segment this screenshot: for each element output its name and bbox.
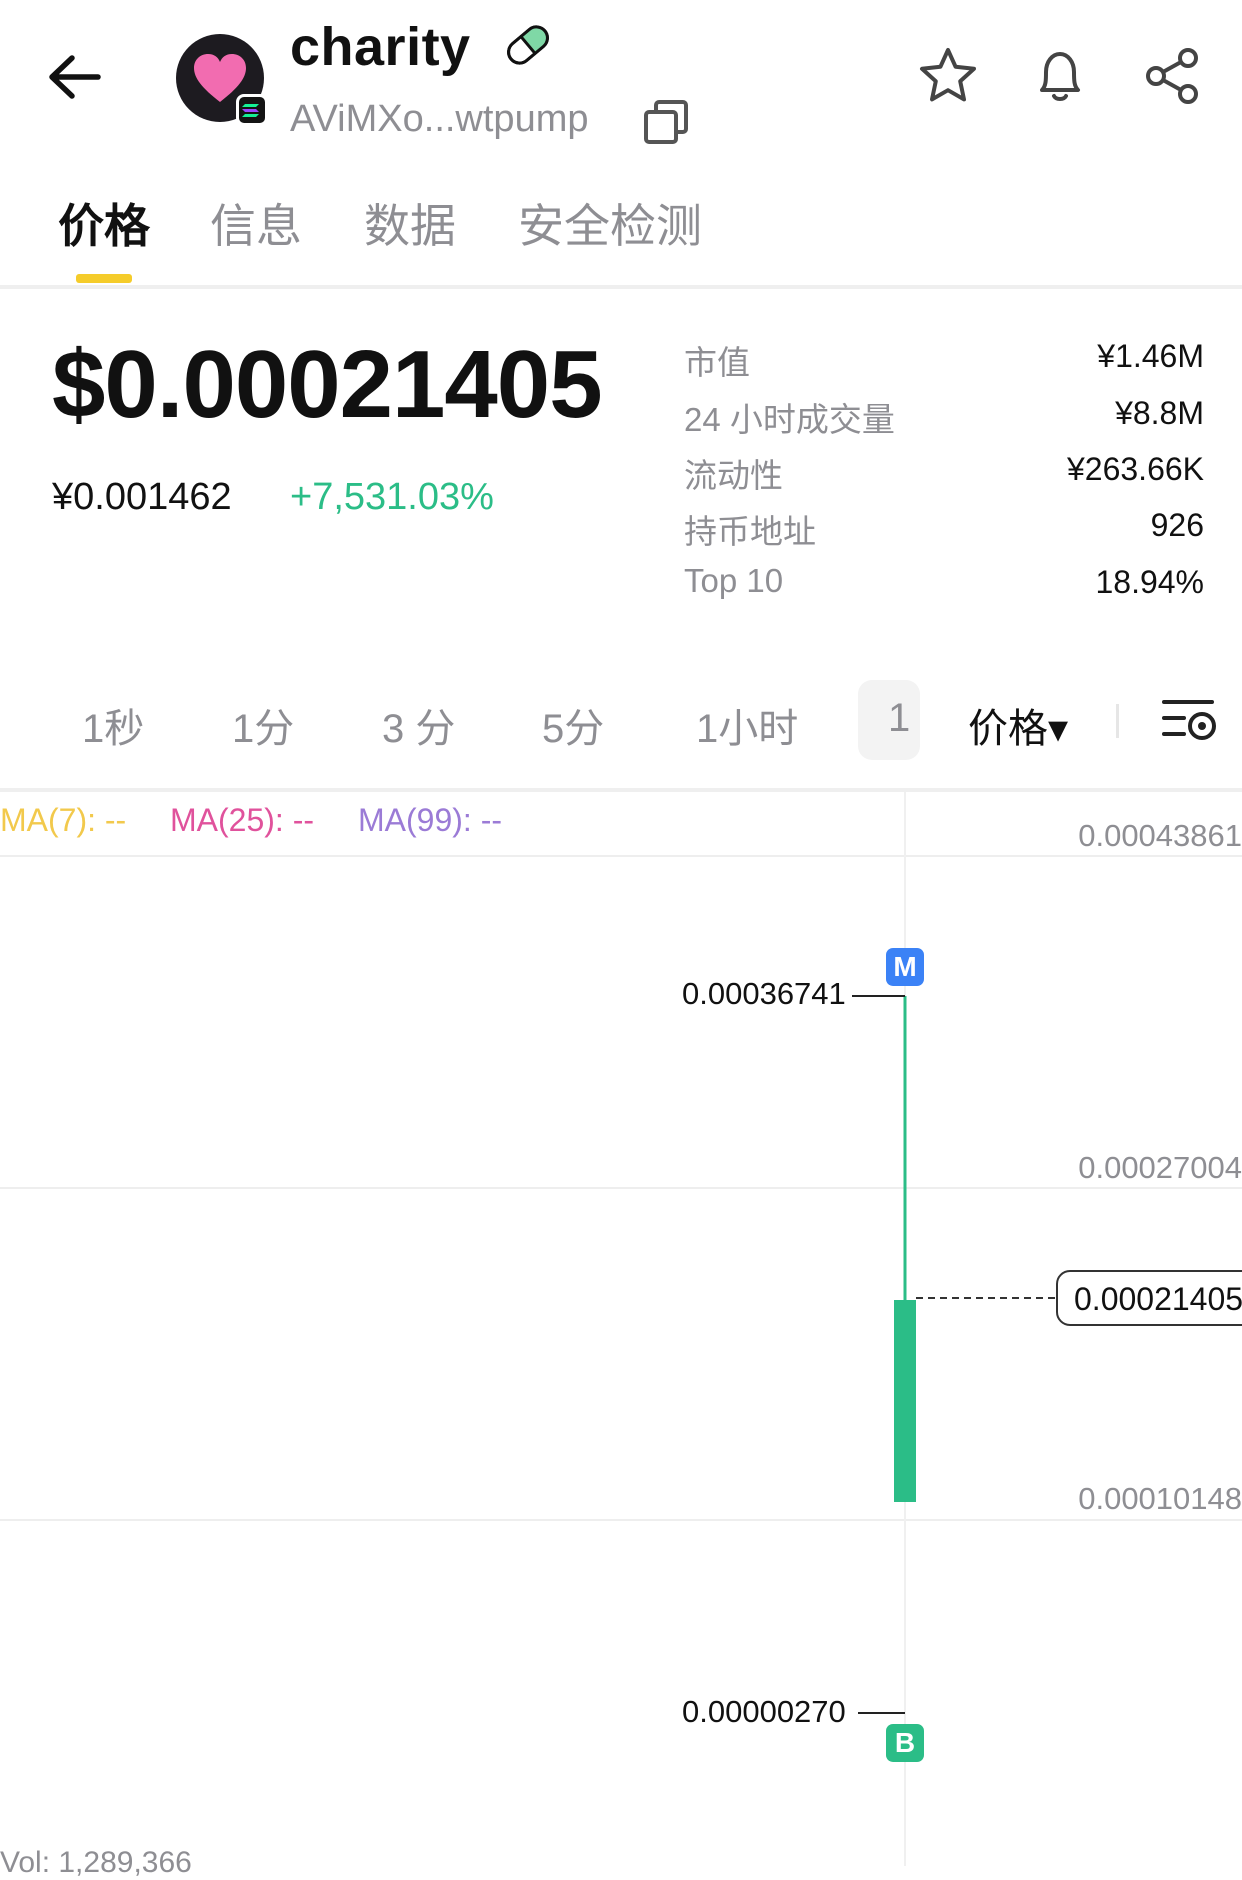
low-price-label: 0.00000270: [682, 1694, 846, 1729]
active-tab-indicator: [76, 274, 132, 283]
divider: [0, 285, 1242, 289]
interval-selected[interactable]: 1: [858, 680, 920, 760]
stat-value-liquidity: ¥263.66K: [1066, 451, 1204, 487]
divider: [1116, 704, 1119, 738]
price-cny: ¥0.001462: [52, 476, 232, 518]
star-icon[interactable]: [916, 44, 980, 108]
m-marker[interactable]: M: [886, 948, 924, 986]
ma7-label: MA(7): --: [0, 802, 127, 838]
b-marker[interactable]: B: [886, 1724, 924, 1762]
copy-icon[interactable]: [640, 96, 692, 148]
tab-price[interactable]: 价格: [58, 190, 150, 256]
y-axis-label: 0.00027004: [1078, 1150, 1242, 1185]
stat-value-holders: 926: [1150, 507, 1204, 543]
solana-icon: [236, 94, 268, 126]
stat-label-volume: 24 小时成交量: [684, 401, 895, 438]
price-change: +7,531.03%: [290, 476, 494, 518]
pill-icon: [500, 22, 556, 68]
tab-info[interactable]: 信息: [210, 190, 302, 256]
price-chart[interactable]: [0, 792, 1242, 1866]
bell-icon[interactable]: [1028, 44, 1092, 108]
interval-1h[interactable]: 1小时: [696, 696, 798, 754]
interval-3m[interactable]: 3 分: [382, 696, 455, 754]
volume-label: Vol: 1,289,366: [0, 1846, 192, 1879]
candle-body: [894, 1300, 916, 1502]
stat-value-market-cap: ¥1.46M: [1097, 338, 1204, 374]
stat-value-top10: 18.94%: [1095, 564, 1204, 600]
current-price-tag: 0.00021405: [1056, 1270, 1242, 1326]
price-usd: $0.00021405: [52, 331, 603, 438]
interval-1m[interactable]: 1分: [232, 696, 294, 754]
stat-label-holders: 持币地址: [684, 513, 816, 550]
stat-label-market-cap: 市值: [684, 344, 750, 381]
chart-settings-icon[interactable]: [1160, 690, 1220, 750]
back-arrow-icon: [49, 55, 101, 99]
y-axis-label: 0.00043861: [1078, 818, 1242, 853]
ma25-label: MA(25): --: [170, 802, 314, 838]
high-price-label: 0.00036741: [682, 976, 846, 1011]
interval-1s[interactable]: 1秒: [82, 696, 144, 754]
interval-5m[interactable]: 5分: [542, 696, 604, 754]
stat-label-liquidity: 流动性: [684, 457, 783, 494]
ma99-label: MA(99): --: [358, 802, 502, 838]
stat-label-top10: Top 10: [684, 562, 784, 599]
tab-security[interactable]: 安全检测: [518, 190, 702, 256]
tab-data[interactable]: 数据: [364, 190, 456, 256]
y-axis-label: 0.00010148: [1078, 1481, 1242, 1516]
current-price-tag-label: 0.00021405: [1074, 1281, 1242, 1317]
back-button[interactable]: [40, 44, 110, 114]
share-icon[interactable]: [1140, 44, 1204, 108]
interval-selected-label: 1: [888, 696, 911, 740]
token-address: AViMXo...wtpump: [290, 98, 589, 140]
price-mode-dropdown[interactable]: 价格▾: [968, 696, 1068, 754]
token-name: charity: [290, 17, 471, 77]
stat-value-volume: ¥8.8M: [1115, 395, 1204, 431]
